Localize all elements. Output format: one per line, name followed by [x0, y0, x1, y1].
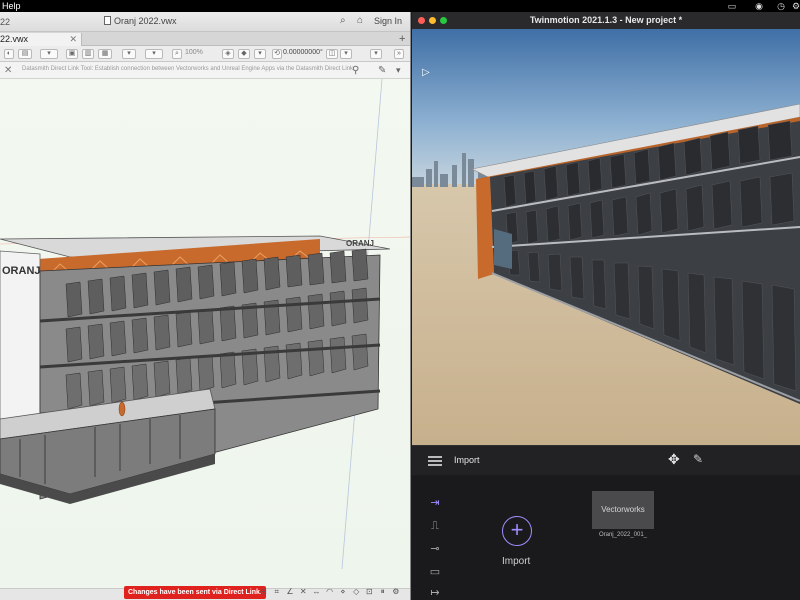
minimize-window-icon[interactable]: [429, 17, 436, 24]
asset-card[interactable]: Vectorworks: [592, 491, 654, 529]
layer-icon[interactable]: ▤: [18, 49, 32, 59]
snap-object-icon[interactable]: ⌗: [271, 587, 282, 597]
menu-icon[interactable]: [428, 456, 442, 466]
timer-icon[interactable]: ◷: [776, 1, 786, 11]
plane-icon[interactable]: ◫: [326, 49, 338, 59]
tool-hint: Datasmith Direct Link Tool: Establish co…: [22, 66, 355, 72]
status-tools: ⊞ ⌗ ∠ ✕ ↔ ◠ ⋄ ◇ ⊡ ⏸ ⚙: [258, 587, 401, 599]
view-angle-dropdown[interactable]: ▾: [254, 49, 266, 59]
view-icon[interactable]: ◐: [4, 49, 14, 59]
pause-icon[interactable]: ⏸: [377, 587, 388, 597]
export-icon[interactable]: ↦: [426, 586, 444, 600]
projection-icon[interactable]: ◈: [222, 49, 234, 59]
menu-bar: Help ▭ ◉ ◷ ⚙: [0, 0, 800, 12]
twinmotion-window: Twinmotion 2021.1.3 - New project * ▷ Im…: [412, 12, 800, 600]
twinmotion-titlebar: Twinmotion 2021.1.3 - New project *: [412, 12, 800, 29]
rotation-field[interactable]: 0.00000000°: [283, 49, 323, 56]
window-title: Twinmotion 2021.1.3 - New project *: [529, 15, 683, 25]
control-icon[interactable]: ⚙: [791, 1, 800, 11]
class-dropdown[interactable]: ▾: [40, 49, 58, 59]
menu-help[interactable]: Help: [2, 0, 21, 12]
search-icon[interactable]: ⌕: [340, 15, 346, 26]
plane-dropdown[interactable]: ▾: [340, 49, 352, 59]
close-icon[interactable]: ✕: [69, 33, 77, 46]
sign-in-button[interactable]: Sign In: [374, 16, 402, 26]
layer-visibility-icon[interactable]: ▥: [82, 49, 94, 59]
document-icon: [104, 16, 111, 25]
tool-bar: ✕ Datasmith Direct Link Tool: Establish …: [0, 62, 410, 79]
path-icon[interactable]: ⊸: [426, 542, 444, 556]
screen-icon[interactable]: ▭: [727, 1, 737, 11]
landscape-icon[interactable]: ⎍: [426, 519, 444, 533]
file-title-text: Oranj 2022.vwx: [114, 16, 177, 26]
vectorworks-window: 22 Oranj 2022.vwx ⌕ ⌂ Sign In 22.vwx ✕ +…: [0, 12, 411, 600]
media-icon[interactable]: ▭: [426, 565, 444, 579]
snap-tangent-icon[interactable]: ◠: [324, 587, 335, 596]
asset-name: Oranj_2022_001_: [598, 532, 648, 538]
lock-icon[interactable]: ⌂: [357, 15, 363, 26]
vectorworks-tabbar: 22.vwx ✕ +: [0, 32, 410, 46]
datasmith-tool-icon[interactable]: ✕: [4, 65, 12, 76]
toolbar-title: Import: [454, 455, 480, 465]
building-sign: ORANJ: [346, 239, 374, 248]
gear-icon[interactable]: ⚙: [390, 587, 401, 596]
import-panel: ⇥ ⎍ ⊸ ▭ ↦ + Import Vectorworks Oranj_202…: [412, 476, 800, 600]
render-dropdown[interactable]: ▾: [122, 49, 136, 59]
title-year: 22: [0, 17, 11, 27]
zoom-window-icon[interactable]: [440, 17, 447, 24]
twinmotion-scene: [412, 29, 800, 445]
snap-distance-icon[interactable]: ↔: [311, 587, 322, 596]
rotate-icon[interactable]: ⟲: [272, 49, 282, 59]
render-mode-dropdown[interactable]: ▾: [145, 49, 163, 59]
play-icon[interactable]: ▷: [422, 67, 430, 78]
eyedropper-icon[interactable]: ✎: [693, 452, 703, 466]
settings-icon[interactable]: ✎: [378, 65, 386, 76]
zoom-level[interactable]: 100%: [185, 49, 203, 56]
snap-point-icon[interactable]: ⋄: [337, 587, 348, 596]
import-label: Import: [502, 556, 531, 567]
view-toolbar: ◐ ▤ ▾ ▣ ▥ ▦ ▾ ▾ ⌕ 100% ◈ ◆ ▾ ⟲ 0.0000000…: [0, 46, 410, 62]
overflow-icon[interactable]: »: [394, 49, 404, 59]
svg-text:ORANJ: ORANJ: [2, 265, 41, 277]
import-button[interactable]: +: [502, 516, 532, 546]
direct-link-status: Changes have been sent via Direct Link.: [124, 586, 266, 599]
layer-options-icon[interactable]: ▦: [98, 49, 112, 59]
import-icon[interactable]: ⇥: [426, 496, 444, 510]
file-title: Oranj 2022.vwx: [104, 16, 177, 26]
vectorworks-building-model: ORANJ ORANJ: [0, 79, 410, 570]
zoom-icon[interactable]: ⌕: [172, 49, 182, 59]
snap-angle-icon[interactable]: ∠: [284, 587, 295, 596]
drawing-canvas[interactable]: ORANJ ORANJ: [0, 79, 410, 588]
move-tool-icon[interactable]: ✥: [668, 451, 680, 468]
render-icon[interactable]: ◆: [238, 49, 250, 59]
add-tab-icon[interactable]: +: [399, 32, 405, 46]
asset-card-label: Vectorworks: [601, 505, 645, 514]
snap-grid-icon[interactable]: ⊞: [258, 587, 269, 596]
record-icon[interactable]: ◉: [754, 1, 764, 11]
snap-plane-icon[interactable]: ◇: [351, 587, 362, 596]
smart-cursor-icon[interactable]: ⊡: [364, 587, 375, 596]
tab-label: 22.vwx: [0, 34, 29, 44]
close-window-icon[interactable]: [418, 17, 425, 24]
chevron-down-icon[interactable]: ▾: [396, 65, 401, 76]
vectorworks-titlebar: 22 Oranj 2022.vwx ⌕ ⌂ Sign In: [0, 12, 410, 32]
twinmotion-toolbar: Import ✥ ✎: [412, 445, 800, 475]
more-dropdown[interactable]: ▾: [370, 49, 382, 59]
tab-document[interactable]: 22.vwx ✕: [0, 33, 82, 46]
twinmotion-viewport[interactable]: ▷: [412, 29, 800, 445]
snap-intersection-icon[interactable]: ✕: [298, 587, 309, 596]
class-icon[interactable]: ▣: [66, 49, 78, 59]
snap-icon[interactable]: ⚲: [352, 65, 359, 76]
